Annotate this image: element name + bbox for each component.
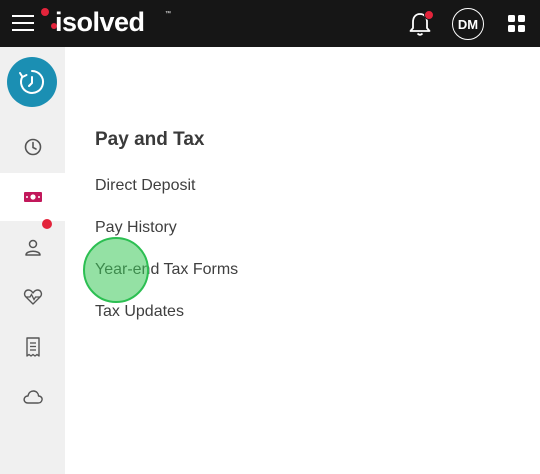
logo-trademark: ™ bbox=[165, 11, 171, 17]
cloud-icon bbox=[22, 390, 43, 404]
section-title: Pay and Tax bbox=[95, 129, 205, 150]
sidebar-item-benefits[interactable] bbox=[0, 273, 65, 321]
sidebar-item-cloud[interactable] bbox=[0, 373, 65, 421]
heart-pulse-icon bbox=[23, 289, 42, 305]
notification-badge bbox=[424, 10, 434, 20]
apps-grid-icon[interactable] bbox=[508, 15, 525, 32]
avatar[interactable]: DM bbox=[452, 8, 484, 40]
person-icon bbox=[24, 239, 41, 256]
sidebar-item-profile[interactable] bbox=[0, 223, 65, 271]
logo-dot bbox=[41, 8, 49, 16]
sidebar-item-documents[interactable] bbox=[0, 323, 65, 371]
direct-deposit-link[interactable]: Direct Deposit bbox=[95, 177, 195, 195]
main-content: Pay and Tax Direct Deposit Pay History Y… bbox=[65, 47, 540, 474]
sidebar-item-pay[interactable] bbox=[0, 173, 65, 221]
sidebar-item-time[interactable] bbox=[0, 123, 65, 171]
clock-icon bbox=[24, 138, 41, 156]
pay-history-link[interactable]: Pay History bbox=[95, 219, 177, 237]
top-bar: isolved ™ DM bbox=[0, 0, 540, 47]
time-clock-button[interactable] bbox=[7, 57, 57, 107]
clock-arrow-icon bbox=[19, 70, 44, 94]
year-end-tax-forms-link[interactable]: Year-end Tax Forms bbox=[95, 261, 238, 279]
tax-updates-link[interactable]: Tax Updates bbox=[95, 303, 184, 321]
profile-badge bbox=[42, 219, 52, 229]
receipt-icon bbox=[25, 337, 40, 357]
logo-text: isolved bbox=[55, 7, 145, 37]
money-icon bbox=[23, 192, 42, 202]
sidebar bbox=[0, 47, 65, 474]
menu-icon[interactable] bbox=[12, 12, 34, 34]
